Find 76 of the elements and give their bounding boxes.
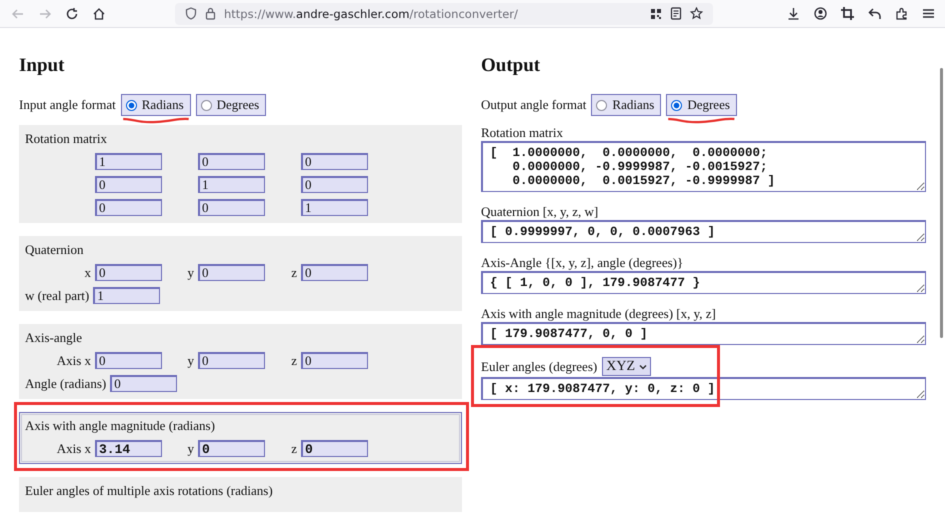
section-heading: Output (481, 55, 542, 77)
field-label: z (290, 352, 297, 368)
matrix-field[interactable]: 0 (301, 153, 368, 170)
number-field[interactable]: 0 (301, 264, 368, 281)
field-label: w (real part) (25, 288, 90, 304)
address-bar[interactable]: https://www.andre-gaschler.com/rotationconverter/ (175, 2, 713, 24)
crop-icon[interactable] (841, 7, 854, 20)
section-title: Quaternion (25, 242, 84, 258)
number-field[interactable]: 0 (95, 352, 162, 369)
number-field[interactable]: 0 (198, 264, 265, 281)
section-heading: Input (19, 55, 66, 77)
angle-format-option[interactable]: Radians (591, 94, 662, 116)
number-field[interactable]: 0 (95, 264, 162, 281)
output-label: Euler angles (degrees) (481, 359, 598, 374)
radio-button[interactable] (126, 100, 137, 110)
field-label: Axis x (56, 352, 91, 368)
matrix-field[interactable]: 1 (301, 199, 368, 216)
download-icon[interactable] (787, 7, 800, 20)
angle-format-option[interactable]: Degrees (196, 94, 266, 116)
lock-icon[interactable] (205, 7, 216, 20)
scrollbar[interactable] (940, 68, 943, 338)
home-icon[interactable] (92, 6, 106, 20)
section-title: Axis with angle magnitude (radians) (25, 418, 216, 434)
angle-format-label: Output angle format (481, 97, 586, 113)
output-label: Axis with angle magnitude (degrees) [x, y, z] (481, 306, 716, 321)
number-field[interactable]: 0 (198, 440, 265, 457)
matrix-field[interactable]: 0 (95, 199, 162, 216)
reader-view-icon[interactable] (670, 7, 682, 20)
output-field[interactable]: [ x: 179.9087477, y: 0, z: 0 ] (481, 377, 926, 400)
order-dropdown[interactable]: XYZ (602, 357, 652, 376)
field-label: x (84, 264, 91, 280)
output-field[interactable]: [ 1.0000000, 0.0000000, 0.0000000; 0.0000000, -0.9999987, -0.0015927; 0.0000000, 0.0015927, -0.9999987 ] (481, 141, 926, 192)
field-label: Axis x (56, 440, 91, 456)
radio-button[interactable] (671, 100, 682, 110)
shield-icon[interactable] (185, 7, 197, 20)
reload-icon[interactable] (65, 6, 79, 20)
matrix-field[interactable]: 1 (198, 176, 265, 193)
angle-format-option[interactable]: Degrees (666, 94, 737, 116)
number-field[interactable]: 0 (301, 352, 368, 369)
output-label: Axis-Angle {[x, y, z], angle (degrees)} (481, 255, 684, 270)
field-label: z (290, 264, 297, 280)
output-field[interactable]: [ 0.9999997, 0, 0, 0.0007963 ] (481, 220, 926, 243)
output-label: Rotation matrix (481, 125, 563, 140)
star-icon[interactable] (690, 7, 703, 20)
angle-format-label: Input angle format (19, 97, 116, 113)
output-label: Quaternion [x, y, z, w] (481, 204, 598, 219)
radio-button[interactable] (200, 100, 212, 110)
extensions-icon[interactable] (895, 7, 908, 20)
matrix-field[interactable]: 0 (301, 176, 368, 193)
url-text: https://www.andre-gaschler.com/rotationconverter/ (224, 6, 518, 20)
matrix-field[interactable]: 0 (198, 199, 265, 216)
qr-code-icon[interactable] (650, 8, 662, 20)
account-icon[interactable] (814, 7, 827, 20)
section-title: Euler angles of multiple axis rotations (radians) (25, 483, 274, 499)
number-field[interactable]: 0 (301, 440, 368, 457)
field-label: z (290, 440, 297, 456)
number-field[interactable]: 0 (110, 375, 178, 392)
menu-icon[interactable] (922, 7, 935, 20)
section-title: Rotation matrix (25, 131, 108, 147)
field-label: y (186, 440, 194, 456)
field-label: Angle (radians) (25, 376, 106, 392)
matrix-field[interactable]: 1 (95, 153, 162, 170)
number-field[interactable]: 0 (198, 352, 265, 369)
matrix-field[interactable]: 0 (198, 153, 265, 170)
undo-icon[interactable] (868, 7, 881, 20)
radio-button[interactable] (596, 100, 608, 110)
field-label: y (186, 352, 194, 368)
chevron-down-icon (639, 364, 648, 370)
output-field[interactable]: { [ 1, 0, 0 ], 179.9087477 } (481, 271, 926, 294)
matrix-field[interactable]: 0 (95, 176, 162, 193)
number-field[interactable]: 1 (93, 287, 160, 304)
angle-format-option[interactable]: Radians (120, 94, 191, 116)
section-title: Axis-angle (25, 330, 84, 346)
number-field[interactable]: 3.14 (95, 440, 162, 457)
output-field[interactable]: [ 179.9087477, 0, 0 ] (481, 322, 926, 345)
field-label: y (186, 264, 194, 280)
